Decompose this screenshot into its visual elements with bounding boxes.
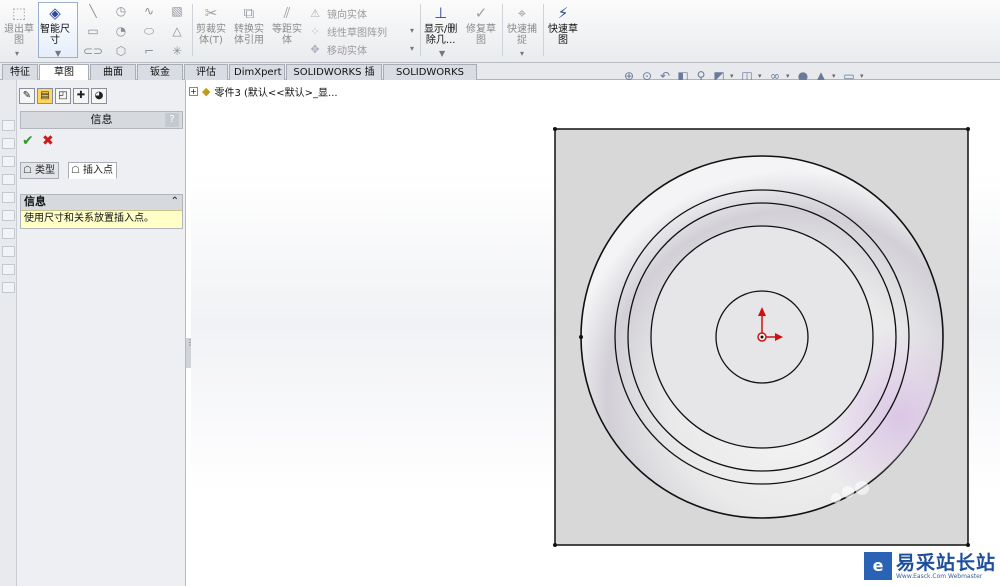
corner-point[interactable] — [553, 543, 557, 547]
watermark-title: 易采站长站 — [896, 551, 997, 574]
watermark-subtitle: Www.Easck.Com Webmaster — [896, 572, 983, 580]
corner-point[interactable] — [966, 543, 970, 547]
watermark: e 易采站长站 Www.Easck.Com Webmaster — [864, 552, 996, 580]
model-viewport[interactable] — [0, 0, 1000, 586]
corner-point[interactable] — [553, 127, 557, 131]
solidworks-window: ⬚ 退出草 图 ◈ 智能尺 寸 ▼ ▾ ╲ ◷ ∿ ▧ ▭ ◔ ⬭ △ ⊂⊃ ⬡… — [0, 0, 1000, 586]
watermark-logo-icon: e — [864, 552, 892, 580]
origin-center-point — [760, 335, 764, 339]
corner-point[interactable] — [966, 127, 970, 131]
quadrant-point[interactable] — [579, 335, 583, 339]
